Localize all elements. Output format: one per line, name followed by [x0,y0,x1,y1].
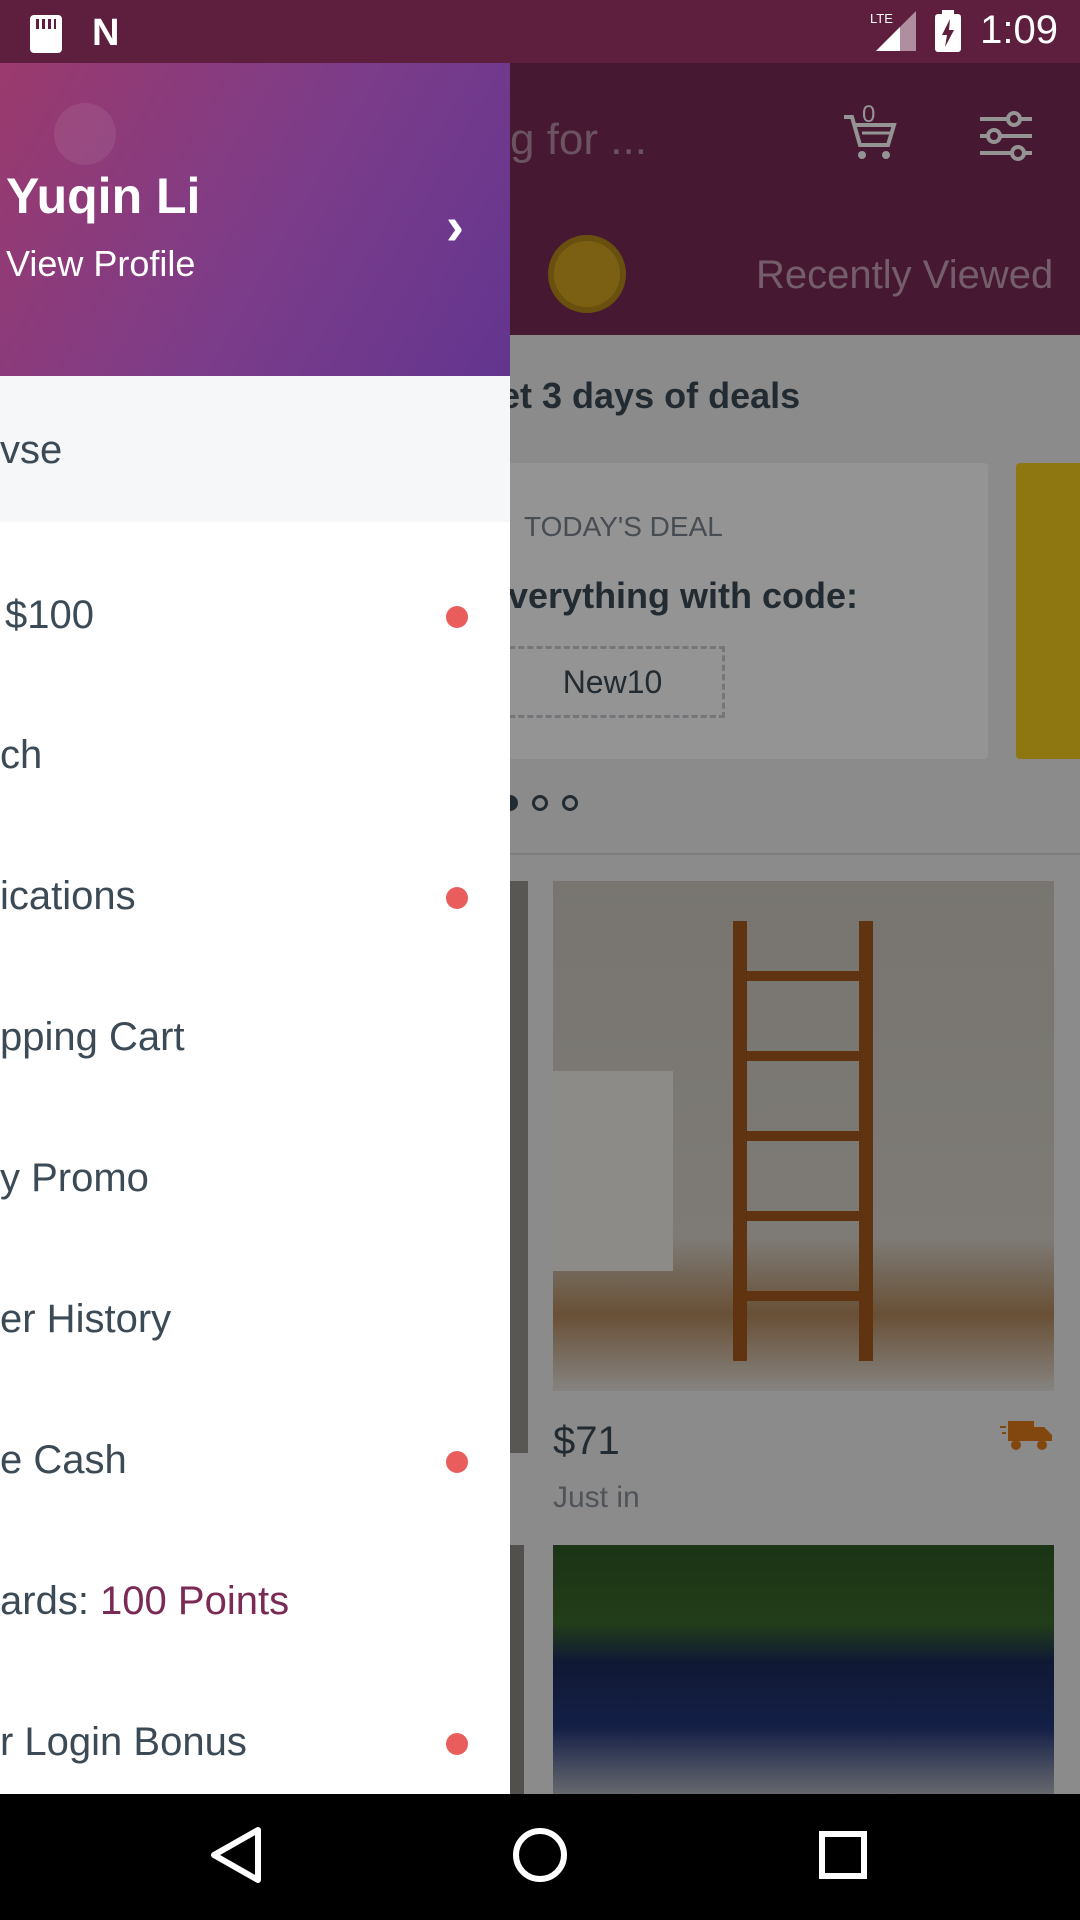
status-time: 1:09 [980,8,1058,52]
menu-item-label: e Cash [0,1438,127,1482]
menu-item-promo[interactable]: y Promo [0,1156,510,1296]
menu-item-label: $100 [5,593,94,637]
menu-item-label: pping Cart [0,1015,185,1059]
menu-item-label: vse [0,428,63,472]
menu-item-rewards[interactable]: ards: 100 Points [0,1579,510,1719]
sd-card-icon [30,14,62,53]
menu-item-label: r Login Bonus [0,1720,247,1764]
notification-dot [446,606,468,628]
menu-item-shopping-cart[interactable]: pping Cart [0,1015,510,1155]
menu-item-label: ch [0,733,43,777]
profile-header[interactable]: Yuqin Li View Profile › [0,63,510,376]
notification-dot [446,1451,468,1473]
status-right: LTE 1:09 [870,8,1058,53]
status-bar: N LTE 1:09 [0,0,1080,63]
navigation-drawer: Yuqin Li View Profile › vse $100 ch icat… [0,63,510,1794]
notification-dot [446,1733,468,1755]
menu-item-search[interactable]: ch [0,733,510,873]
rewards-points: 100 Points [100,1579,290,1623]
battery-charging-icon [935,9,962,52]
svg-text:LTE: LTE [870,11,893,26]
status-left-icons: N [30,12,120,55]
menu-item-label: ards: 100 Points [0,1579,289,1624]
menu-item-order-history[interactable]: er History [0,1297,510,1437]
rewards-label: ards: [0,1579,101,1623]
notification-dot [446,887,468,909]
n-notification-icon: N [92,12,120,54]
chevron-right-icon[interactable]: › [446,195,464,257]
signal-icon: LTE [870,10,917,51]
menu-item-offer[interactable]: $100 [0,593,510,733]
system-nav-bar [0,1794,1080,1920]
menu-item-label: er History [0,1297,172,1341]
user-name: Yuqin Li [6,168,201,224]
view-profile-link[interactable]: View Profile [6,243,195,285]
home-icon[interactable] [505,1820,575,1890]
menu-item-label: ications [0,874,136,918]
menu-item-browse[interactable]: vse [0,376,510,522]
menu-item-cash[interactable]: e Cash [0,1438,510,1578]
menu-item-label: y Promo [0,1156,149,1200]
back-icon[interactable] [202,1820,272,1890]
menu-item-login-bonus[interactable]: r Login Bonus [0,1720,510,1794]
avatar [54,103,116,165]
menu-item-notifications[interactable]: ications [0,874,510,1014]
recents-icon[interactable] [808,1820,878,1890]
